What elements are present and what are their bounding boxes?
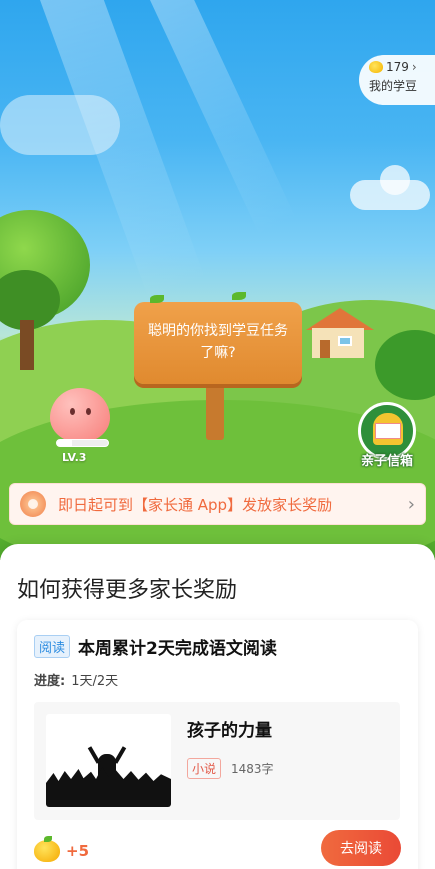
bean-coin-icon <box>34 836 60 862</box>
mailbox-label[interactable]: 亲子信箱 <box>353 450 421 469</box>
bean-coin-icon <box>369 61 383 73</box>
task-title: 本周累计2天完成语文阅读 <box>78 639 277 659</box>
sheet-title: 如何获得更多家长奖励 <box>17 578 238 603</box>
level-progress-fill <box>57 440 73 446</box>
gift-icon <box>20 491 46 517</box>
progress-label: 进度: <box>34 674 66 689</box>
task-reward: +5 <box>34 836 90 862</box>
leaf-icon <box>150 295 164 303</box>
chevron-right-icon: › <box>411 60 417 74</box>
book-cover <box>46 714 171 807</box>
genre-tag: 小说 <box>187 758 222 779</box>
my-beans-label: 我的学豆 <box>369 79 418 93</box>
hint-sign-text: 聪明的你找到学豆任务了嘛? <box>148 323 288 361</box>
heart-pet[interactable] <box>50 388 114 444</box>
bean-count: 179 <box>386 60 409 74</box>
leaf-icon <box>232 292 246 300</box>
cloud <box>380 165 410 195</box>
hint-sign[interactable]: 聪明的你找到学豆任务了嘛? <box>134 302 302 384</box>
progress-value: 1天/2天 <box>71 674 119 689</box>
level-label: LV.3 <box>62 451 87 464</box>
word-count: 1483字 <box>231 762 274 776</box>
my-beans-button[interactable]: 179 › 我的学豆 <box>359 55 435 105</box>
promo-banner-text: 即日起可到【家长通 App】发放家长奖励 <box>58 495 333 514</box>
house <box>306 308 374 358</box>
reward-amount: +5 <box>66 842 90 860</box>
book-title: 孩子的力量 <box>187 721 272 741</box>
game-scene: 聪明的你找到学豆任务了嘛? LV.3 亲子信箱 179 › 我的学豆 即日起可到… <box>0 0 435 560</box>
heart-pet-icon <box>50 388 110 442</box>
envelope-icon <box>375 423 401 439</box>
task-progress: 进度: 1天/2天 <box>34 670 118 689</box>
task-card: 阅读 本周累计2天完成语文阅读 进度: 1天/2天 孩子的力量 小说 1483字 … <box>17 620 418 869</box>
task-type-tag: 阅读 <box>34 635 71 658</box>
go-read-button[interactable]: 去阅读 <box>321 830 401 866</box>
cloud <box>0 95 120 155</box>
reward-sheet: 如何获得更多家长奖励 阅读 本周累计2天完成语文阅读 进度: 1天/2天 孩子的力… <box>0 544 435 869</box>
promo-banner[interactable]: 即日起可到【家长通 App】发放家长奖励 › <box>9 483 426 525</box>
level-progress-bar <box>56 439 109 447</box>
chevron-right-icon: › <box>407 493 415 515</box>
book-item[interactable]: 孩子的力量 小说 1483字 <box>34 702 400 820</box>
tree-trunk <box>20 320 34 370</box>
